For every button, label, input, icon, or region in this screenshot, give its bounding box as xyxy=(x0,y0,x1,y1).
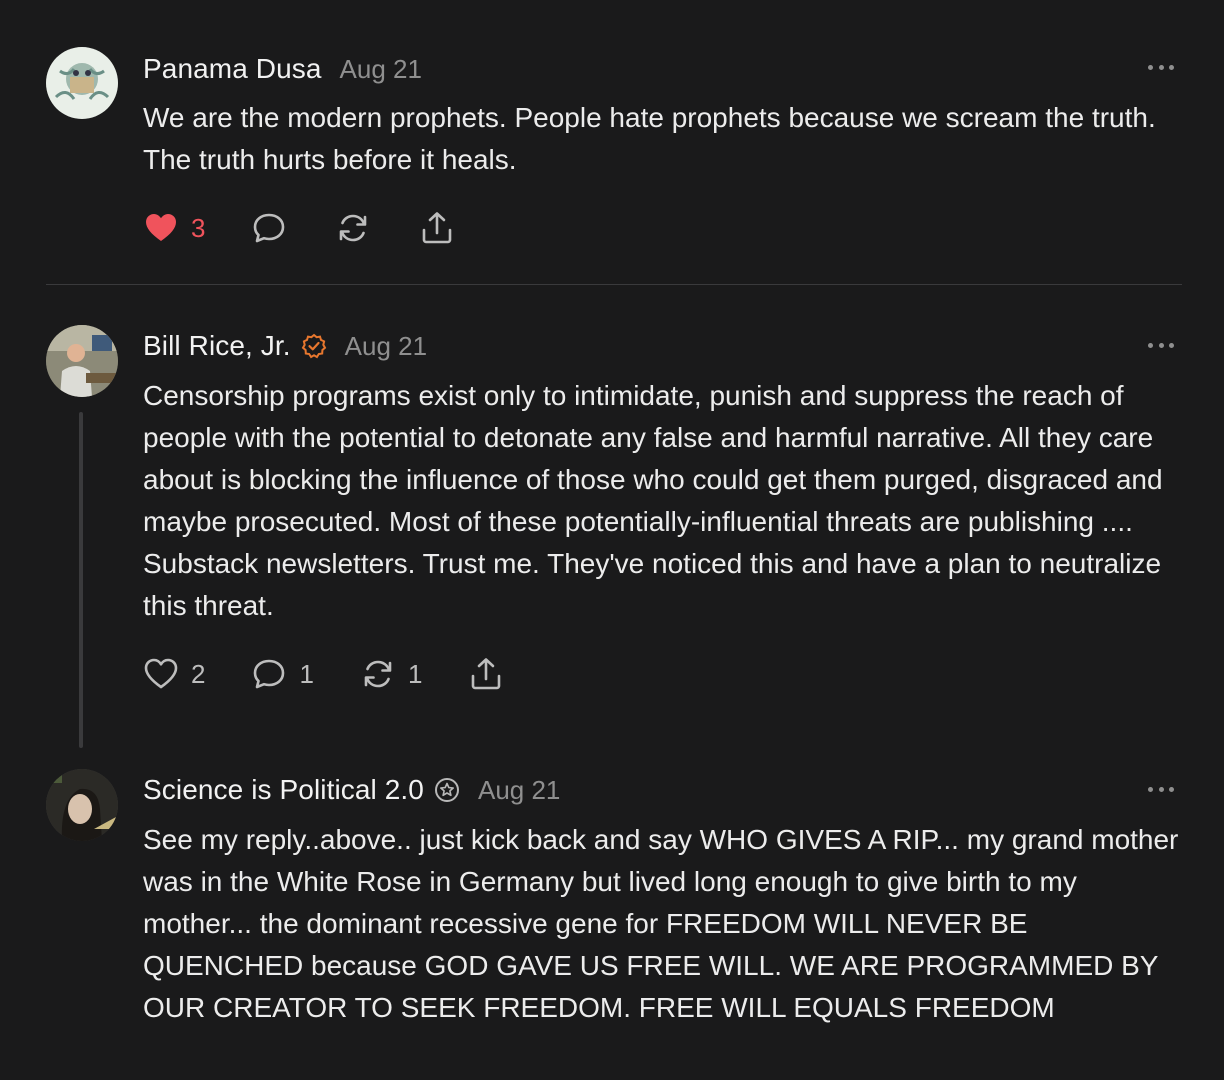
reply-button[interactable]: 1 xyxy=(251,656,314,692)
avatar[interactable] xyxy=(46,47,118,119)
avatar[interactable] xyxy=(46,325,118,397)
more-options-button[interactable] xyxy=(1148,784,1174,794)
more-icon xyxy=(1148,786,1153,792)
comment-actions: 2 1 1 xyxy=(143,656,504,692)
more-icon-dot xyxy=(1169,342,1174,348)
thread-line xyxy=(79,412,83,748)
restack-button[interactable]: 1 xyxy=(360,656,422,692)
share-button[interactable] xyxy=(419,210,455,246)
comment-body: See my reply..above.. just kick back and… xyxy=(143,824,1179,1023)
more-icon-dot xyxy=(1158,786,1164,792)
comment-header: Bill Rice, Jr. Aug 21 xyxy=(143,328,427,364)
reply-button[interactable] xyxy=(251,210,287,246)
restack-count: 1 xyxy=(407,658,423,689)
more-icon-dot xyxy=(1169,786,1174,792)
comment-actions: 3 xyxy=(143,210,455,246)
checkmark-badge-icon xyxy=(301,333,327,359)
more-icon-dot xyxy=(1169,64,1174,70)
more-icon-dot xyxy=(1158,342,1164,348)
author-name[interactable]: Bill Rice, Jr. xyxy=(143,330,291,362)
share-icon xyxy=(423,212,452,244)
comment-body: We are the modern prophets. People hate … xyxy=(143,102,1156,175)
more-options-button[interactable] xyxy=(1148,340,1174,350)
comment-icon xyxy=(254,213,285,243)
restack-button[interactable] xyxy=(335,210,371,246)
reply-count: 1 xyxy=(299,658,314,689)
like-button[interactable]: 3 xyxy=(143,210,205,246)
more-icon-dot xyxy=(1158,64,1164,70)
restack-icon xyxy=(340,214,367,242)
comment-feed: Panama Dusa Aug 21 We are the modern pro… xyxy=(0,0,1224,1080)
comment-header: Science is Political 2.0 Aug 21 xyxy=(143,772,560,808)
comment-date[interactable]: Aug 21 xyxy=(478,775,560,806)
like-count: 2 xyxy=(191,658,206,689)
comment-divider xyxy=(46,284,1182,285)
star-badge-icon xyxy=(434,777,460,803)
heart-icon xyxy=(146,214,176,241)
comment-date[interactable]: Aug 21 xyxy=(345,331,427,362)
more-options-button[interactable] xyxy=(1148,62,1174,72)
more-icon xyxy=(1148,342,1153,348)
author-name[interactable]: Science is Political 2.0 xyxy=(143,774,424,806)
like-button[interactable]: 2 xyxy=(143,656,205,692)
comment-date[interactable]: Aug 21 xyxy=(340,54,422,85)
share-button[interactable] xyxy=(468,656,504,692)
like-count: 3 xyxy=(191,212,206,243)
avatar[interactable] xyxy=(46,769,118,841)
comment-header: Panama Dusa Aug 21 xyxy=(143,51,422,87)
comment-body: Censorship programs exist only to intimi… xyxy=(143,380,1163,621)
author-name[interactable]: Panama Dusa xyxy=(143,53,322,85)
share-icon xyxy=(472,658,501,690)
heart-icon xyxy=(144,658,178,689)
restack-icon xyxy=(364,660,392,688)
more-icon xyxy=(1148,64,1153,70)
comment-icon xyxy=(254,659,285,689)
